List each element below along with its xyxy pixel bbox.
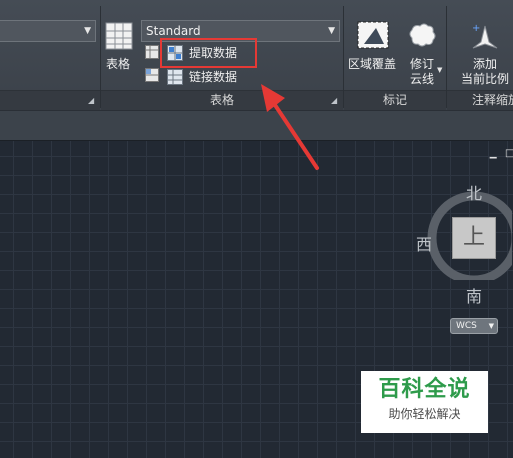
compass-south[interactable]: 南 [466,283,482,307]
table-cells-small-icon[interactable] [145,68,159,82]
watermark-badge: 百科全说 助你轻松解决 [361,371,488,433]
left-dropdown[interactable]: ▼ [0,20,96,42]
chevron-down-icon: ▼ [328,26,335,36]
restore-icon[interactable]: □ [505,148,513,159]
revcloud-label-line2: 云线 [410,72,435,86]
link-data-label: 链接数据 [189,70,238,84]
revision-cloud-icon [409,23,436,47]
table-icon [105,22,133,50]
compass-north[interactable]: 北 [466,180,482,204]
wcs-label: WCS [456,321,477,331]
annotation-scale-group-label: 注释缩放 [472,93,513,107]
add-scale-label-line1: 添加 [473,57,498,71]
add-scale-icon: + [472,23,498,49]
left-group-bar [0,90,100,110]
table-grid-small-icon[interactable] [145,45,159,59]
add-scale-label-line2: 当前比例 [461,72,510,86]
minimize-icon[interactable]: ‒ [489,150,497,164]
markup-group-label: 标记 [382,93,407,107]
panel-expand-icon[interactable]: ◢ [331,96,337,105]
chevron-down-icon[interactable]: ▼ [437,66,442,74]
table-button-label: 表格 [106,57,131,71]
panel-expand-icon[interactable]: ◢ [88,96,94,105]
annotation-arrow-icon [261,84,319,170]
chevron-down-icon: ▼ [84,26,91,36]
revcloud-label-line1: 修订 [410,57,435,71]
data-link-icon [167,69,183,85]
viewcube-top-face[interactable]: 上 [452,217,496,259]
watermark-title: 百科全说 [378,377,471,402]
wipeout-label: 区域覆盖 [348,57,397,71]
highlight-frame [160,38,257,68]
svg-text:+: + [472,23,480,34]
chevron-down-icon: ▼ [488,322,494,330]
wipeout-icon [357,21,389,49]
watermark-subtitle: 助你轻松解决 [388,407,461,421]
compass-west[interactable]: 西 [416,231,432,255]
table-style-value: Standard [146,24,201,38]
ucs-menu[interactable]: WCS ▼ [450,318,498,334]
